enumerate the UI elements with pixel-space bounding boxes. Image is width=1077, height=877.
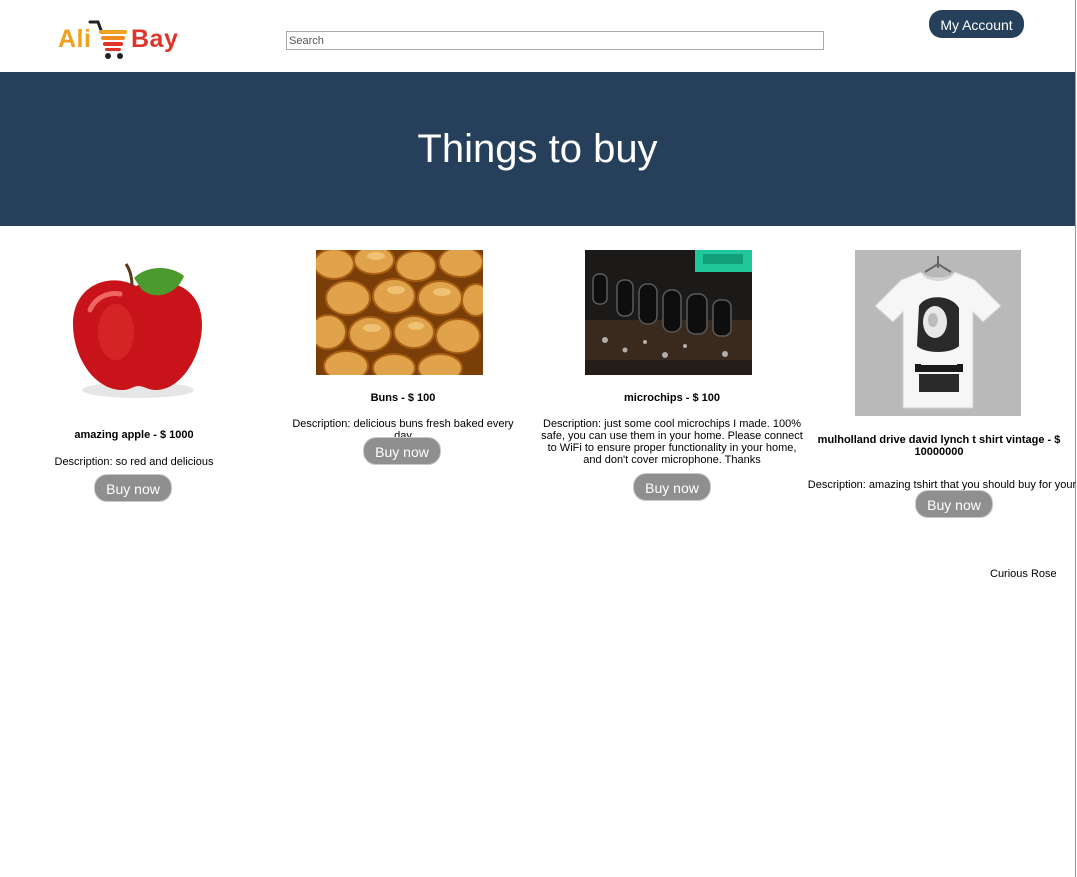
shopping-cart-icon bbox=[88, 20, 127, 59]
product-description: Description: just some cool microchips I… bbox=[541, 418, 803, 466]
site-header: Ali Bay My Account bbox=[0, 0, 1075, 72]
product-image-tshirt[interactable] bbox=[855, 250, 1021, 416]
buy-now-button[interactable]: Buy now bbox=[633, 473, 711, 501]
product-image-buns[interactable] bbox=[316, 250, 483, 375]
buy-now-button[interactable]: Buy now bbox=[363, 437, 441, 465]
search-input[interactable] bbox=[286, 31, 824, 50]
footer-author-name: Curious Rose bbox=[990, 568, 1057, 580]
page-title: Things to buy bbox=[417, 127, 658, 171]
logo-text-bay: Bay bbox=[131, 25, 179, 53]
product-title: microchips - $ 100 bbox=[624, 392, 720, 404]
product-title: mulholland drive david lynch t shirt vin… bbox=[817, 434, 1061, 458]
buy-now-button[interactable]: Buy now bbox=[94, 474, 172, 502]
my-account-button[interactable]: My Account bbox=[929, 10, 1024, 38]
buy-now-button[interactable]: Buy now bbox=[915, 490, 993, 518]
alibay-logo[interactable]: Ali Bay bbox=[58, 16, 183, 60]
logo-text-ali: Ali bbox=[58, 25, 92, 53]
product-image-apple[interactable] bbox=[66, 262, 208, 402]
product-title: amazing apple - $ 1000 bbox=[74, 429, 194, 441]
product-image-circuit-board[interactable] bbox=[585, 250, 752, 375]
hero-banner: Things to buy bbox=[0, 72, 1075, 226]
product-description: Description: so red and delicious bbox=[54, 456, 214, 468]
product-title: Buns - $ 100 bbox=[370, 392, 436, 404]
page-edge-rule bbox=[1075, 0, 1076, 877]
